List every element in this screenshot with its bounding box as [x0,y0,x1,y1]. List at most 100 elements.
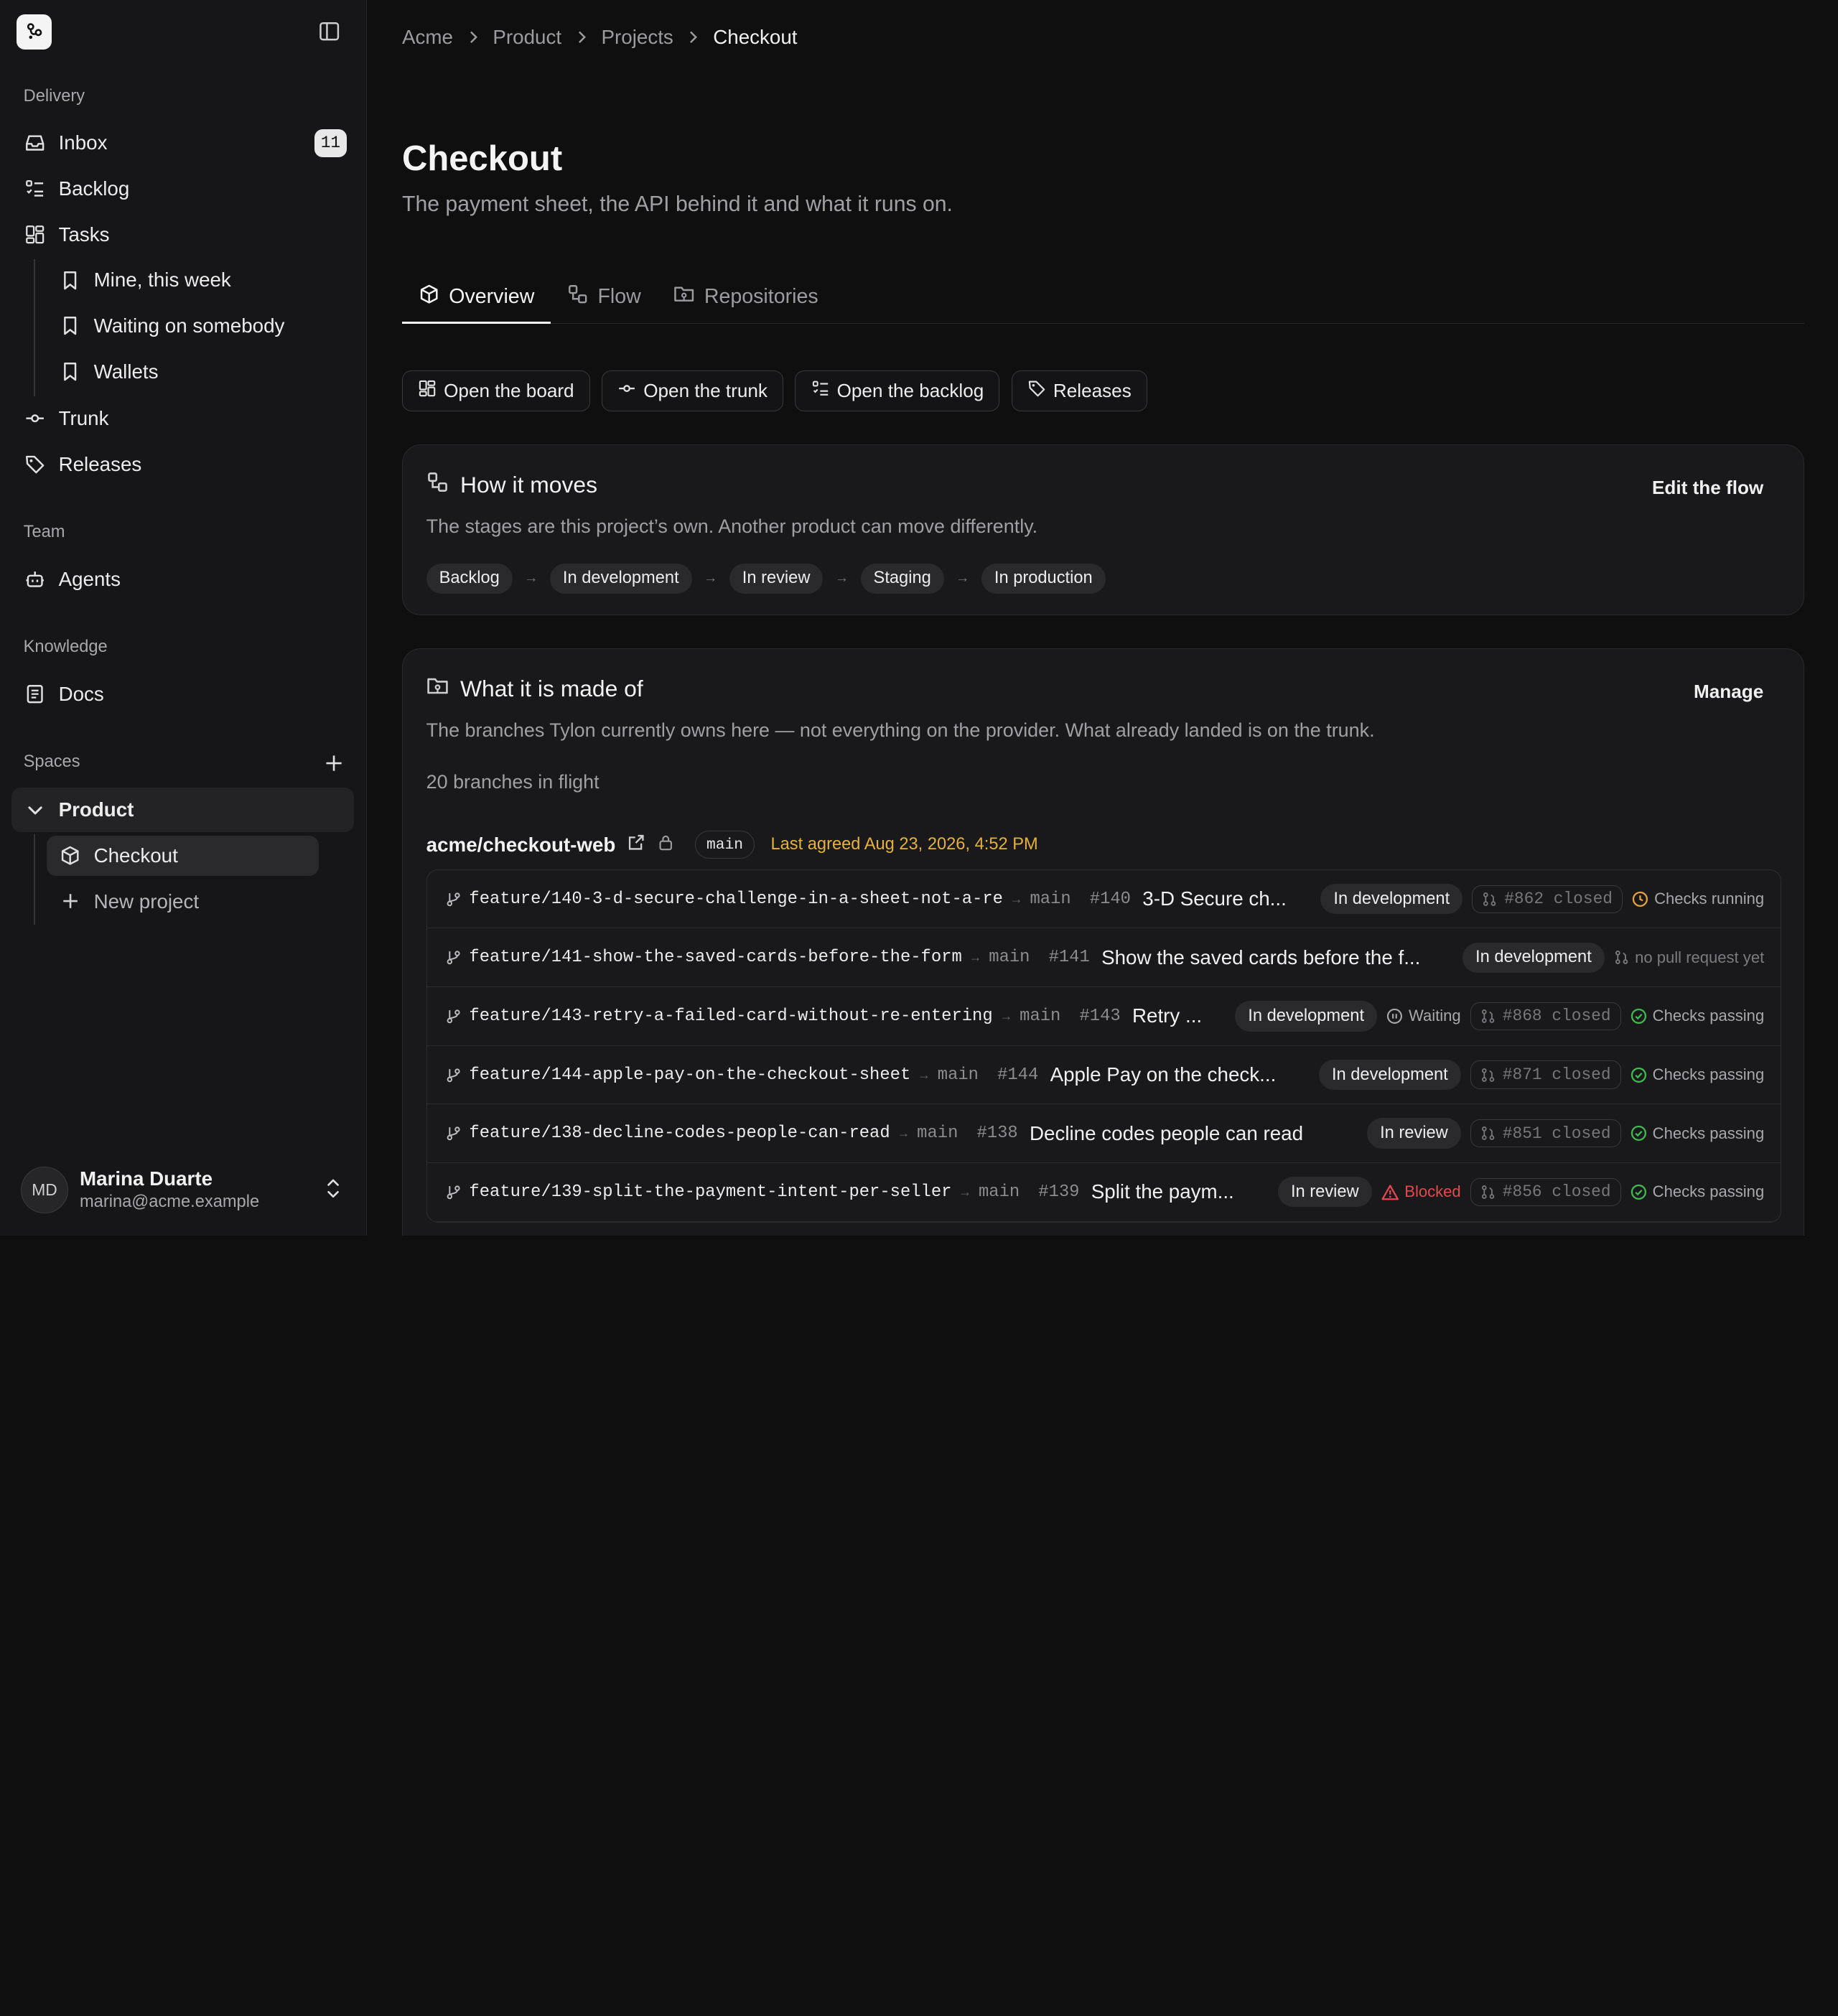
pull-request-icon [1615,951,1628,965]
external-link-icon[interactable] [628,834,645,856]
tab-repositories[interactable]: Repositories [658,272,835,322]
task-number: #143 [1079,1006,1121,1026]
flow-card-description: The stages are this project’s own. Anoth… [426,515,1038,537]
button-label: Releases [1053,379,1132,401]
branch-status: In development Waiting #868 closed Check… [1235,1001,1764,1032]
open-board-button[interactable]: Open the board [402,370,590,412]
task-number: #141 [1048,948,1090,968]
composition-card-description: The branches Tylon currently owns here —… [426,719,1375,741]
check-circle-icon [1631,1184,1646,1200]
branch-status: In review #851 closed Checks passing [1367,1118,1764,1149]
tabs: Overview Flow Repositories [402,272,1804,324]
composition-card-title: What it is made of [460,675,643,701]
task-number: #144 [997,1065,1039,1085]
check-circle-icon [1631,1126,1646,1142]
breadcrumb-current: Checkout [713,25,798,48]
pull-request-chip[interactable]: #871 closed [1470,1060,1621,1089]
stage-chip: In production [981,563,1106,594]
breadcrumb-item[interactable]: Product [493,26,561,49]
tab-flow[interactable]: Flow [551,272,657,322]
page-subtitle: The payment sheet, the API behind it and… [402,192,953,216]
pull-request-chip[interactable]: #868 closed [1470,1002,1621,1030]
git-branch-icon [446,1125,462,1142]
default-branch-chip: main [695,830,755,859]
tab-label: Overview [449,284,535,308]
checks-status: Checks passing [1631,1182,1764,1201]
stage-chip: In review [729,563,824,594]
repo-name[interactable]: acme/checkout-web [426,834,616,857]
checks-status: no pull request yet [1614,948,1764,967]
task-title: Retry ... [1132,1004,1203,1027]
branch-row[interactable]: feature/140-3-d-secure-challenge-in-a-sh… [426,870,1781,929]
branch-name: feature/139-split-the-payment-intent-per… [469,1182,952,1202]
flow-card-header: How it moves [426,471,597,499]
pull-request-icon [1481,1068,1495,1082]
branch-name: feature/138-decline-codes-people-can-rea… [469,1124,890,1144]
pull-request-icon [1481,1126,1495,1141]
checks-status: Checks passing [1631,1007,1764,1025]
tab-overview[interactable]: Overview [402,272,551,324]
branch-row[interactable]: feature/139-split-the-payment-intent-per… [426,1163,1781,1222]
stage-badge: In development [1319,1059,1461,1091]
pull-request-chip[interactable]: #856 closed [1470,1177,1621,1206]
chevron-right-icon [467,30,479,45]
composition-card-header: What it is made of [426,675,643,703]
task-number: #138 [976,1124,1018,1144]
branch-target: main [1030,889,1071,909]
checks-status: Checks running [1632,890,1764,908]
chevron-right-icon [687,30,699,45]
branch-row[interactable]: feature/144-apple-pay-on-the-checkout-sh… [426,1046,1781,1105]
branch-row[interactable]: feature/141-show-the-saved-cards-before-… [426,928,1781,988]
checks-status: Checks passing [1631,1065,1764,1084]
lock-icon [657,834,674,856]
branch-list: feature/140-3-d-secure-challenge-in-a-sh… [426,869,1782,1223]
task-flag: Waiting [1386,1007,1461,1025]
breadcrumb-item[interactable]: Projects [602,26,673,49]
branch-row[interactable]: feature/143-retry-a-failed-card-without-… [426,987,1781,1046]
check-circle-icon [1631,1067,1646,1083]
breadcrumb-item[interactable]: Acme [402,26,453,49]
stage-arrow: → [524,570,538,587]
button-label: Open the board [444,379,574,401]
clock-icon [1632,891,1648,907]
pause-circle-icon [1386,1008,1402,1024]
branch-status: In review Blocked #856 closed Checks pas… [1278,1177,1764,1208]
stage-chip: Staging [860,563,944,594]
tag-icon [1027,379,1046,403]
branch-row[interactable]: feature/138-decline-codes-people-can-rea… [426,1104,1781,1163]
git-branch-icon [446,891,462,907]
flow-card: How it moves Edit the flow The stages ar… [402,444,1804,616]
open-trunk-button[interactable]: Open the trunk [602,370,784,412]
stage-arrow: → [834,570,849,587]
branch-arrow: → [1009,891,1023,906]
branch-arrow: → [999,1008,1013,1023]
composition-card: What it is made of Manage The branches T… [402,648,1804,1236]
branch-target: main [1020,1006,1061,1026]
flow-card-title: How it moves [460,471,597,498]
stage-badge: In development [1463,942,1605,973]
task-title: Decline codes people can read [1030,1121,1304,1144]
task-title: 3-D Secure ch... [1142,887,1287,910]
branch-name: feature/141-show-the-saved-cards-before-… [469,948,962,968]
stage-arrow: → [703,570,718,587]
task-number: #139 [1038,1182,1080,1202]
pull-request-chip[interactable]: #851 closed [1470,1119,1621,1148]
workflow-icon [426,471,449,499]
stage-badge: In development [1235,1001,1377,1032]
branch-arrow: → [969,950,982,965]
branch-name: feature/140-3-d-secure-challenge-in-a-sh… [469,889,1003,909]
branch-status: In development no pull request yet [1463,942,1764,973]
quick-actions: Open the board Open the trunk Open the b… [402,370,1147,412]
releases-button[interactable]: Releases [1011,370,1147,412]
branch-target: main [917,1124,958,1144]
open-backlog-button[interactable]: Open the backlog [795,370,1000,412]
branch-count: 20 branches in flight [426,770,600,793]
tab-label: Flow [597,285,641,309]
stage-arrow: → [956,570,970,587]
pull-request-icon [1483,892,1496,906]
manage-button[interactable]: Manage [1694,681,1763,703]
alert-triangle-icon [1381,1185,1399,1200]
edit-flow-button[interactable]: Edit the flow [1652,477,1763,499]
pull-request-chip[interactable]: #862 closed [1472,885,1623,913]
list-checks-icon [811,379,830,403]
